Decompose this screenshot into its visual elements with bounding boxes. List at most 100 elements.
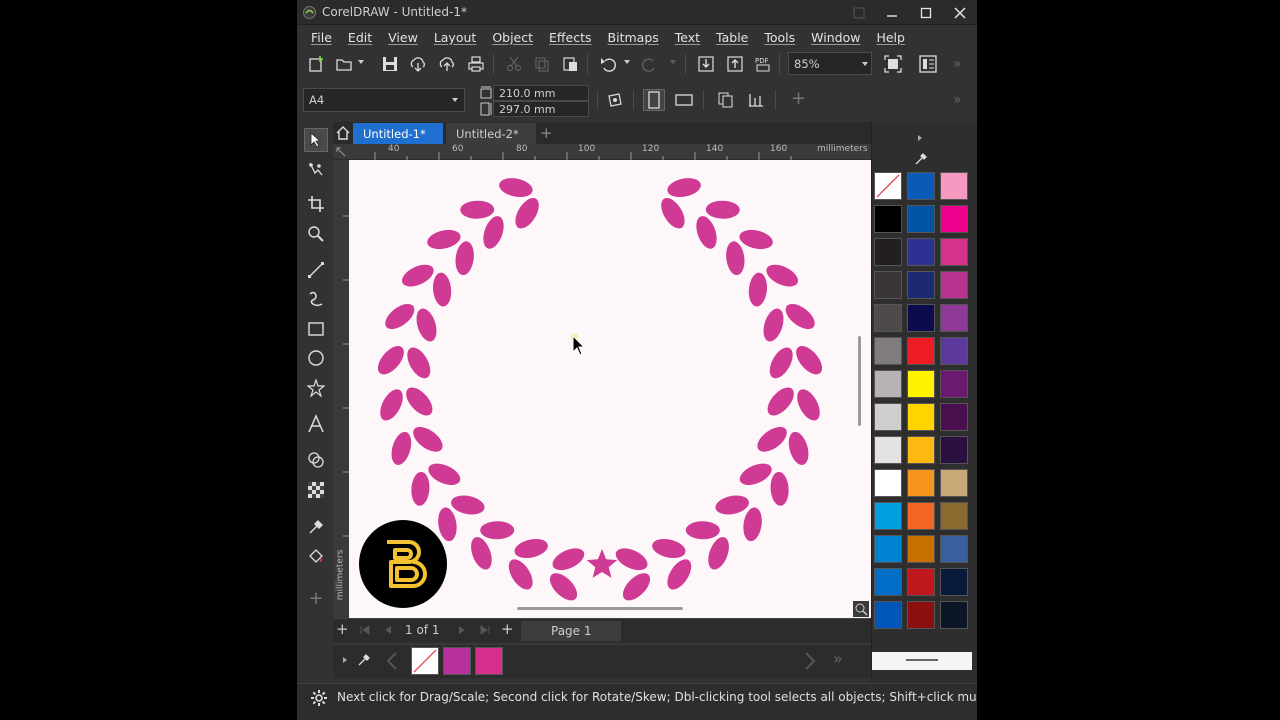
menu-bitmaps[interactable]: Bitmaps <box>600 30 667 45</box>
document-color-swatch[interactable] <box>475 647 503 675</box>
document-color-swatch[interactable] <box>443 647 471 675</box>
wreath-star[interactable] <box>586 549 618 578</box>
laurel-leaf-left-15[interactable] <box>403 344 435 382</box>
first-page-icon[interactable] <box>359 625 371 635</box>
ellipse-tool-icon[interactable] <box>304 346 328 370</box>
laurel-leaf-left-13[interactable] <box>401 383 437 420</box>
color-swatch[interactable] <box>940 469 968 497</box>
color-swatch[interactable] <box>874 568 902 596</box>
print-icon[interactable] <box>465 53 487 75</box>
next-page-icon[interactable] <box>457 625 467 635</box>
text-tool-icon[interactable] <box>304 412 328 436</box>
laurel-leaf-right-20[interactable] <box>738 227 775 252</box>
color-swatch[interactable] <box>940 205 968 233</box>
color-swatch[interactable] <box>907 205 935 233</box>
cut-icon[interactable] <box>503 53 525 75</box>
vertical-scrollbar[interactable] <box>858 336 861 426</box>
home-icon[interactable] <box>335 125 351 141</box>
color-swatch[interactable] <box>907 403 935 431</box>
palette-scroll-bar[interactable] <box>872 652 972 670</box>
freehand-tool-icon[interactable] <box>304 258 328 282</box>
laurel-leaf-left-4[interactable] <box>467 534 496 572</box>
color-swatch[interactable] <box>874 271 902 299</box>
menu-table[interactable]: Table <box>708 30 756 45</box>
zoom-tool-icon[interactable] <box>304 222 328 246</box>
page-distortion-icon[interactable] <box>604 89 626 111</box>
zoom-level-field[interactable]: 85% <box>788 52 872 75</box>
rectangle-tool-icon[interactable] <box>304 317 328 341</box>
laurel-leaf-right-12[interactable] <box>793 386 825 424</box>
page-tab-1[interactable]: Page 1 <box>521 621 621 641</box>
add-tool-icon[interactable]: + <box>304 586 328 610</box>
minimize-button[interactable] <box>875 0 909 25</box>
new-document-icon[interactable] <box>305 53 327 75</box>
laurel-leaf-left-25[interactable] <box>511 194 544 232</box>
color-swatch[interactable] <box>874 205 902 233</box>
menu-layout[interactable]: Layout <box>426 30 485 45</box>
close-button[interactable] <box>943 0 977 25</box>
menu-tools[interactable]: Tools <box>756 30 803 45</box>
export-pdf-icon[interactable]: PDF <box>753 53 775 75</box>
laurel-leaf-right-2[interactable] <box>663 555 697 593</box>
propbar-overflow-icon[interactable]: » <box>953 92 962 108</box>
eyedropper-tool-icon[interactable] <box>304 515 328 539</box>
laurel-leaf-left-11[interactable] <box>409 422 447 457</box>
docpal-scroll-right-icon[interactable] <box>803 651 817 671</box>
no-color-swatch[interactable] <box>411 647 439 675</box>
color-swatch[interactable] <box>907 436 935 464</box>
laurel-leaf-right-9[interactable] <box>737 459 775 489</box>
chevron-down-icon[interactable] <box>357 58 365 66</box>
laurel-leaf-left-3[interactable] <box>513 536 550 561</box>
artistic-media-tool-icon[interactable] <box>304 287 328 311</box>
laurel-leaf-left-18[interactable] <box>399 260 437 291</box>
laurel-leaf-left-19[interactable] <box>432 272 453 307</box>
color-swatch[interactable] <box>874 238 902 266</box>
laurel-leaf-right-7[interactable] <box>714 493 751 517</box>
menu-view[interactable]: View <box>380 30 426 45</box>
laurel-leaf-left-16[interactable] <box>381 299 419 334</box>
color-swatch[interactable] <box>874 601 902 629</box>
laurel-leaf-right-4[interactable] <box>704 534 733 572</box>
interactive-fill-tool-icon[interactable] <box>304 544 328 568</box>
color-swatch[interactable] <box>940 271 968 299</box>
color-swatch[interactable] <box>874 304 902 332</box>
docpal-scroll-left-icon[interactable] <box>385 651 399 671</box>
menu-edit[interactable]: Edit <box>340 30 380 45</box>
laurel-leaf-right-0[interactable] <box>618 568 655 605</box>
copy-icon[interactable] <box>531 53 553 75</box>
color-swatch[interactable] <box>940 568 968 596</box>
laurel-leaf-right-3[interactable] <box>650 536 687 561</box>
laurel-leaf-left-0[interactable] <box>545 568 582 605</box>
laurel-leaf-right-23[interactable] <box>692 213 720 251</box>
laurel-leaf-left-8[interactable] <box>410 471 430 506</box>
crop-tool-icon[interactable] <box>304 192 328 216</box>
all-pages-icon[interactable] <box>715 89 737 111</box>
color-swatch[interactable] <box>940 535 968 563</box>
page-size-select[interactable]: A4 <box>303 88 465 112</box>
units-icon[interactable] <box>745 89 767 111</box>
color-swatch[interactable] <box>874 436 902 464</box>
laurel-leaf-right-6[interactable] <box>741 506 764 542</box>
menu-effects[interactable]: Effects <box>541 30 600 45</box>
new-tab-icon[interactable]: + <box>540 124 553 142</box>
color-swatch[interactable] <box>940 304 968 332</box>
drawing-canvas[interactable] <box>349 160 871 618</box>
laurel-leaf-left-23[interactable] <box>479 213 507 251</box>
laurel-leaf-left-17[interactable] <box>413 306 440 344</box>
menu-help[interactable]: Help <box>868 30 913 45</box>
laurel-leaf-left-7[interactable] <box>449 493 486 517</box>
transparency-tool-icon[interactable] <box>304 478 328 502</box>
laurel-leaf-right-1[interactable] <box>612 544 650 575</box>
add-page-before-icon[interactable]: + <box>336 620 349 638</box>
color-swatch[interactable] <box>907 601 935 629</box>
menu-text[interactable]: Text <box>667 30 708 45</box>
laurel-leaf-left-12[interactable] <box>376 386 408 424</box>
laurel-leaf-left-24[interactable] <box>497 175 534 199</box>
color-swatch[interactable] <box>907 337 935 365</box>
color-swatch[interactable] <box>907 172 935 200</box>
horizontal-scrollbar[interactable] <box>517 607 683 610</box>
landscape-icon[interactable] <box>673 89 695 111</box>
color-swatch[interactable] <box>940 502 968 530</box>
color-swatch[interactable] <box>907 535 935 563</box>
color-swatch[interactable] <box>874 370 902 398</box>
